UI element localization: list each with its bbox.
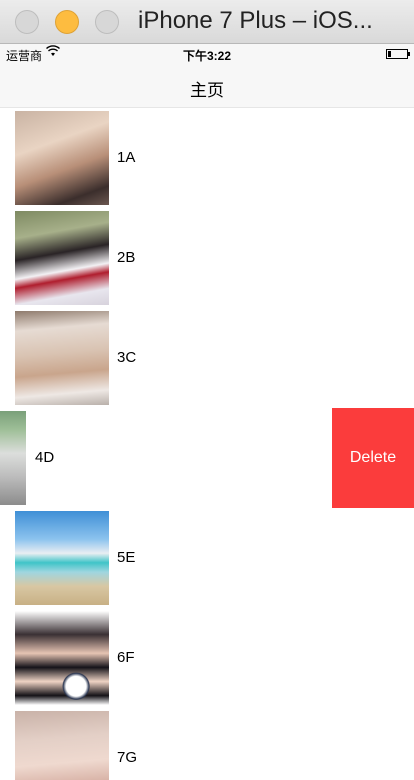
close-window-button[interactable] [15, 10, 39, 34]
table-row[interactable]: 4D Delete [0, 408, 414, 508]
row-label: 7G [117, 749, 138, 766]
photo-thumbnail [0, 411, 26, 505]
row-label: 2B [117, 249, 136, 266]
page-title: 主页 [190, 81, 224, 100]
photo-thumbnail [15, 311, 109, 405]
row-label: 5E [117, 549, 136, 566]
window-title: iPhone 7 Plus – iOS... [138, 7, 373, 34]
row-label: 3C [117, 349, 137, 366]
status-time: 下午3:22 [182, 49, 232, 63]
table-view[interactable]: 1A 2B 3C 4D Delete 5E 6F 7G [0, 108, 414, 780]
row-label: 1A [117, 149, 136, 166]
simulator-title-bar: iPhone 7 Plus – iOS... [0, 0, 414, 44]
row-label: 4D [35, 449, 55, 466]
battery-icon [386, 49, 410, 59]
row-label: 6F [117, 649, 135, 666]
photo-thumbnail [15, 511, 109, 605]
table-row[interactable]: 2B [0, 208, 414, 308]
photo-thumbnail [15, 711, 109, 780]
photo-thumbnail [15, 611, 109, 705]
delete-button[interactable]: Delete [332, 408, 414, 508]
table-row[interactable]: 3C [0, 308, 414, 408]
photo-thumbnail [15, 211, 109, 305]
table-row[interactable]: 7G [0, 708, 414, 780]
table-row[interactable]: 6F [0, 608, 414, 708]
photo-thumbnail [15, 111, 109, 205]
table-row[interactable]: 5E [0, 508, 414, 608]
navigation-bar: 主页 [0, 64, 414, 108]
table-row[interactable]: 1A [0, 108, 414, 208]
zoom-window-button[interactable] [95, 10, 119, 34]
minimize-window-button[interactable] [55, 10, 79, 34]
status-bar: 运营商 下午3:22 [0, 44, 414, 64]
